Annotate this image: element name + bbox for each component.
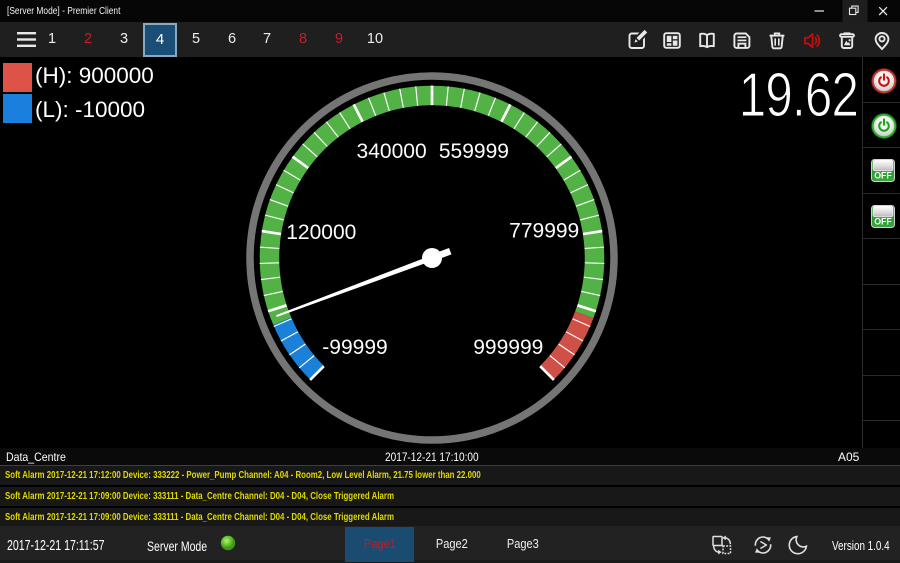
svg-text:340000: 340000 bbox=[357, 140, 427, 163]
svg-text:-99999: -99999 bbox=[322, 336, 387, 359]
svg-text:779999: 779999 bbox=[509, 220, 579, 243]
svg-text:OFF: OFF bbox=[874, 171, 892, 181]
svg-text:OFF: OFF bbox=[874, 217, 892, 227]
svg-text:999999: 999999 bbox=[473, 336, 543, 359]
svg-text:120000: 120000 bbox=[286, 221, 356, 244]
svg-text:559999: 559999 bbox=[439, 140, 509, 163]
